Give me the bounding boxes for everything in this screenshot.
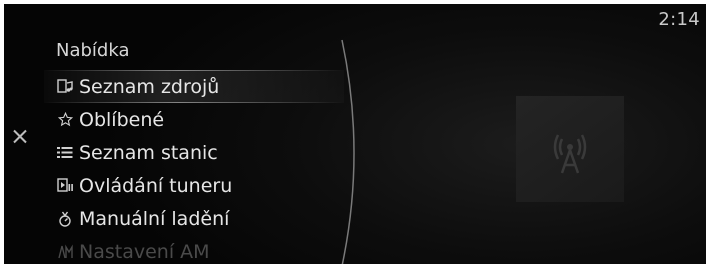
menu-item-favorites[interactable]: Oblíbené xyxy=(44,103,344,136)
infotainment-screen: 2:14 Nabídka Seznam zdrojů Oblíbené Sezn… xyxy=(4,4,706,264)
scroll-arc[interactable] xyxy=(304,38,364,264)
manual-tuning-icon xyxy=(56,210,74,228)
list-icon xyxy=(56,144,74,162)
clock: 2:14 xyxy=(658,9,700,30)
menu-item-am-settings[interactable]: Nastavení AM xyxy=(44,235,344,264)
menu-item-label: Manuální ladění xyxy=(79,207,230,230)
tuner-control-icon xyxy=(56,177,74,195)
menu-list: Seznam zdrojů Oblíbené Seznam stanic Ovl… xyxy=(44,70,344,264)
menu-item-label: Nastavení AM xyxy=(79,240,210,263)
menu-item-label: Ovládání tuneru xyxy=(79,174,233,197)
menu-item-tuner-control[interactable]: Ovládání tuneru xyxy=(44,169,344,202)
station-artwork xyxy=(516,96,624,202)
menu-item-source-list[interactable]: Seznam zdrojů xyxy=(44,70,344,103)
menu-item-label: Seznam zdrojů xyxy=(79,75,220,98)
close-icon[interactable] xyxy=(11,128,29,146)
menu-title: Nabídka xyxy=(56,40,130,61)
menu-item-station-list[interactable]: Seznam stanic xyxy=(44,136,344,169)
menu-item-manual-tuning[interactable]: Manuální ladění xyxy=(44,202,344,235)
menu-item-label: Seznam stanic xyxy=(79,141,218,164)
radio-tower-icon xyxy=(540,117,600,181)
source-list-icon xyxy=(56,78,74,96)
star-icon xyxy=(56,111,74,129)
menu-item-label: Oblíbené xyxy=(79,108,165,131)
am-settings-icon xyxy=(56,243,74,261)
